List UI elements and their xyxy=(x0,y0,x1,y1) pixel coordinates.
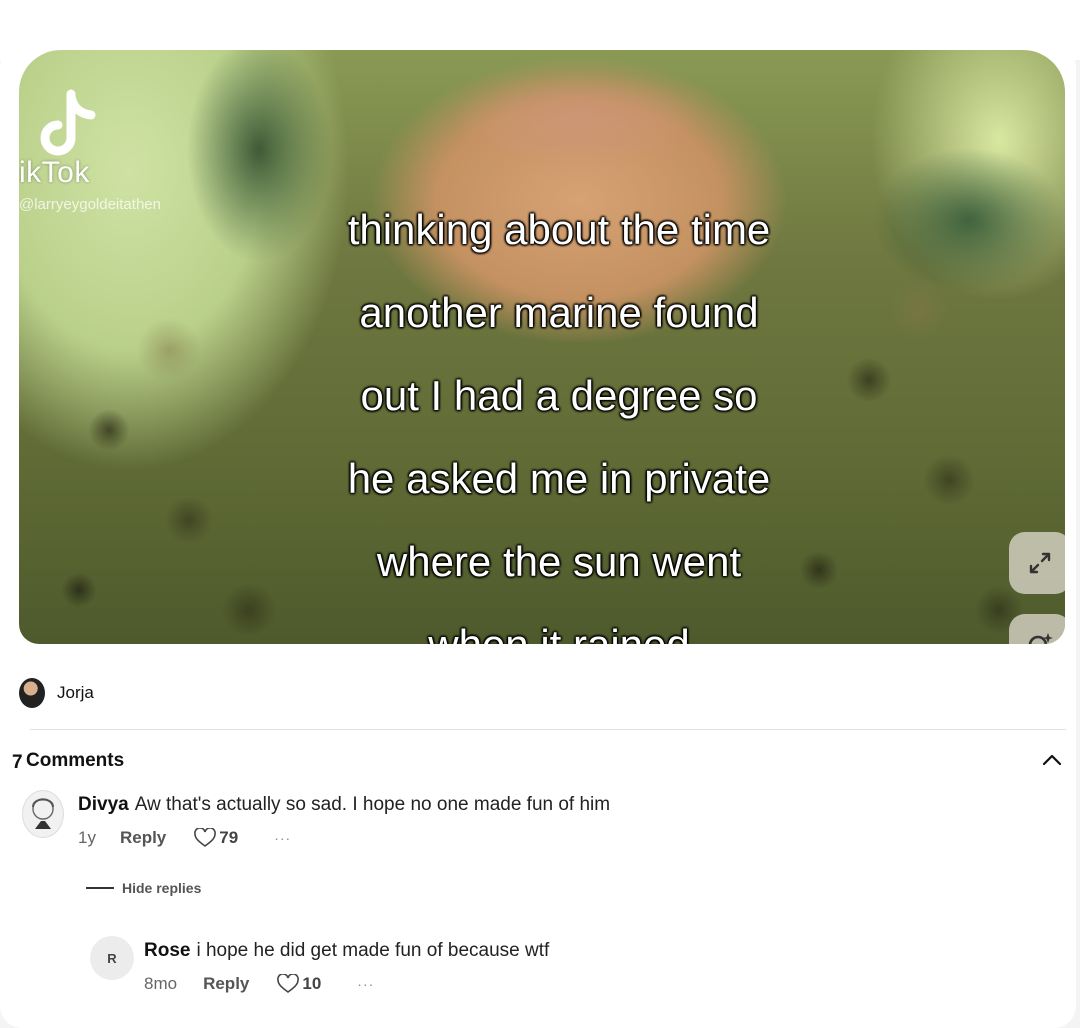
tiktok-watermark-handle: @larryeygoldeitathen xyxy=(19,196,161,213)
tiktok-watermark-text: ikTok xyxy=(19,156,90,189)
heart-icon xyxy=(194,828,217,847)
caption-line: another marine found xyxy=(359,289,759,336)
avatar[interactable]: R xyxy=(90,936,134,980)
more-options-button[interactable]: ··· xyxy=(274,830,291,846)
avatar[interactable] xyxy=(22,790,64,838)
chevron-up-icon[interactable] xyxy=(1038,746,1066,774)
divider xyxy=(30,729,1066,730)
like-count: 10 xyxy=(302,974,322,993)
comment-text: Aw that's actually so sad. I hope no one… xyxy=(134,794,611,815)
commenter-name[interactable]: Divya xyxy=(78,794,129,815)
avatar-image xyxy=(32,798,54,829)
comment-age: 1y xyxy=(78,828,96,847)
comments-header: 7 Comments xyxy=(0,746,1080,778)
comment-count: 7 xyxy=(12,752,23,773)
comment-body: Divya Aw that's actually so sad. I hope n… xyxy=(78,794,610,816)
video-frame[interactable]: ikTok @larryeygoldeitathen thinking abou… xyxy=(19,50,1065,644)
caption-line: he asked me in private xyxy=(347,455,771,502)
avatar[interactable] xyxy=(19,678,45,708)
video-caption: thinking about the time another marine f… xyxy=(199,188,919,644)
caption-line: thinking about the time xyxy=(347,206,771,253)
visual-search-button[interactable] xyxy=(1009,614,1065,644)
comment-meta: 8mo Reply 10 ··· xyxy=(144,974,374,994)
like-button[interactable]: 10 xyxy=(277,974,321,994)
comment-age: 8mo xyxy=(144,974,178,993)
heart-icon xyxy=(277,974,300,993)
expand-button[interactable] xyxy=(1009,532,1065,594)
reply-button[interactable]: Reply xyxy=(120,828,166,848)
like-count: 79 xyxy=(219,828,239,847)
reply-button[interactable]: Reply xyxy=(203,974,249,994)
like-button[interactable]: 79 xyxy=(194,828,238,848)
pin-author[interactable]: Jorja xyxy=(19,676,94,710)
more-options-button[interactable]: ··· xyxy=(357,976,374,992)
divider xyxy=(86,887,114,889)
comment-text: i hope he did get made fun of because wt… xyxy=(196,940,550,961)
visual-search-icon xyxy=(1028,633,1053,644)
hide-replies-label[interactable]: Hide replies xyxy=(122,880,201,896)
hide-replies-button[interactable]: Hide replies xyxy=(86,880,201,896)
author-name[interactable]: Jorja xyxy=(57,683,94,703)
caption-line: when it rained xyxy=(199,603,919,644)
comments-title: Comments xyxy=(26,750,125,771)
comment-meta: 1y Reply 79 ··· xyxy=(78,828,291,848)
commenter-name[interactable]: Rose xyxy=(144,940,190,961)
caption-line: out I had a degree so xyxy=(360,372,758,419)
tiktok-logo-icon xyxy=(40,89,96,156)
comment-body: Rose i hope he did get made fun of becaus… xyxy=(144,940,549,962)
expand-arrows-icon xyxy=(1029,552,1051,574)
caption-line: where the sun went xyxy=(376,538,742,585)
